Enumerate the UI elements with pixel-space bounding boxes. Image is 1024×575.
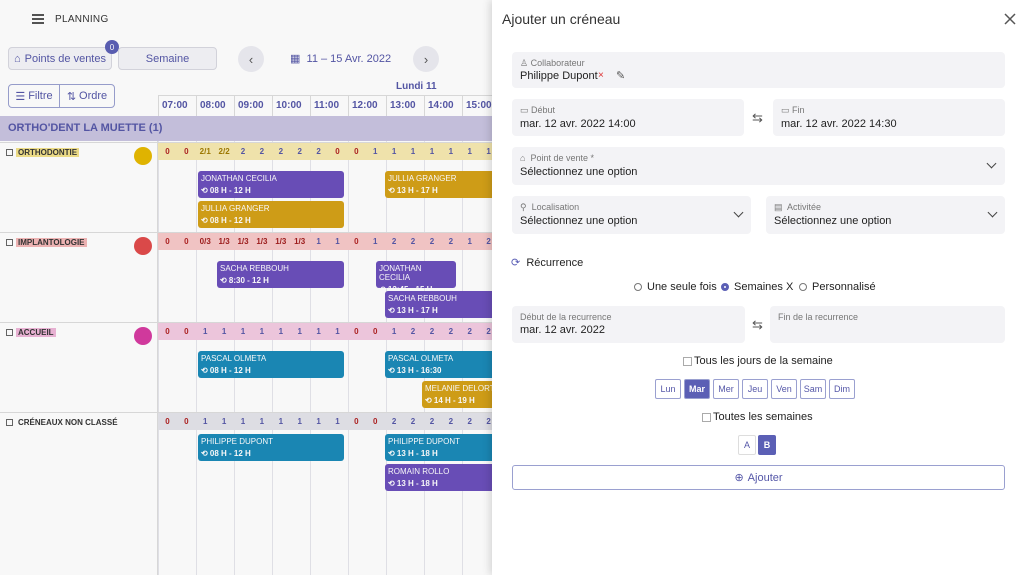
radio-circle <box>799 283 807 291</box>
store-icon: ⌂ <box>520 153 526 163</box>
remove-icon[interactable]: × <box>598 70 604 81</box>
clipboard-icon: ▤ <box>774 202 783 212</box>
location-pin-icon: ⚲ <box>520 202 527 212</box>
day-toggle-ven[interactable]: Ven <box>771 379 797 399</box>
week-b-toggle[interactable]: B <box>758 435 776 455</box>
collaborateur-label: ♙ Collaborateur <box>520 58 585 68</box>
fin-value: mar. 12 avr. 2022 14:30 <box>781 118 897 130</box>
close-icon[interactable] <box>1003 12 1017 26</box>
calendar-icon: ▭ <box>781 105 790 115</box>
rec-start-label: Début de la recurrence <box>520 312 612 322</box>
loc-value: Sélectionnez une option <box>520 215 638 227</box>
swap-icon[interactable]: ⇆ <box>752 317 763 333</box>
radio-weeks[interactable]: Semaines X <box>721 281 793 293</box>
week-a-toggle[interactable]: A <box>738 435 756 455</box>
chevron-down-icon <box>986 158 997 169</box>
point-de-vente-select[interactable]: ⌂ Point de vente * Sélectionnez une opti… <box>512 147 1005 185</box>
rec-end-label: Fin de la recurrence <box>778 312 859 322</box>
all-weeks-checkbox[interactable]: Toutes les semaines <box>702 411 813 423</box>
chevron-down-icon <box>733 207 744 218</box>
act-value: Sélectionnez une option <box>774 215 892 227</box>
day-toggle-jeu[interactable]: Jeu <box>742 379 768 399</box>
edit-icon[interactable]: ✎ <box>616 69 625 82</box>
recurrence-heading: ⟳ Récurrence <box>511 257 584 269</box>
day-toggle-mar[interactable]: Mar <box>684 379 710 399</box>
swap-icon[interactable]: ⇆ <box>752 110 763 126</box>
radio-circle <box>634 283 642 291</box>
fin-label: ▭ Fin <box>781 105 805 115</box>
act-label: ▤ Activitée <box>774 202 822 212</box>
plus-circle-icon: ⊕ <box>734 472 744 484</box>
localisation-select[interactable]: ⚲ Localisation Sélectionnez une option <box>512 196 751 234</box>
pv-value: Sélectionnez une option <box>520 166 638 178</box>
debut-label: ▭ Début <box>520 105 556 115</box>
chevron-down-icon <box>987 207 998 218</box>
pv-label: ⌂ Point de vente * <box>520 153 594 163</box>
radio-once[interactable]: Une seule fois <box>634 281 717 293</box>
add-button[interactable]: ⊕ Ajouter <box>512 465 1005 490</box>
day-toggle-lun[interactable]: Lun <box>655 379 681 399</box>
day-toggle-sam[interactable]: Sam <box>800 379 826 399</box>
day-toggle-dim[interactable]: Dim <box>829 379 855 399</box>
checkbox-box <box>683 356 692 366</box>
add-slot-panel: Ajouter un créneau ♙ Collaborateur Phili… <box>492 0 1024 575</box>
collaborateur-field[interactable]: ♙ Collaborateur Philippe Dupont × ✎ <box>512 52 1005 88</box>
loc-label: ⚲ Localisation <box>520 202 580 212</box>
user-icon: ♙ <box>520 58 529 68</box>
fin-field[interactable]: ▭ Fin mar. 12 avr. 2022 14:30 <box>773 99 1005 136</box>
debut-field[interactable]: ▭ Début mar. 12 avr. 2022 14:00 <box>512 99 744 136</box>
calendar-icon: ▭ <box>520 105 529 115</box>
backdrop[interactable] <box>0 0 492 575</box>
recurrence-start-field[interactable]: Début de la recurrence mar. 12 avr. 2022 <box>512 306 745 343</box>
recurrence-end-field[interactable]: Fin de la recurrence <box>770 306 1005 343</box>
activite-select[interactable]: ▤ Activitée Sélectionnez une option <box>766 196 1005 234</box>
rec-start-value: mar. 12 avr. 2022 <box>520 324 605 336</box>
radio-custom[interactable]: Personnalisé <box>799 281 876 293</box>
add-label: Ajouter <box>747 471 783 484</box>
weekday-toggles: Lun Mar Mer Jeu Ven Sam Dim <box>655 379 855 399</box>
debut-value: mar. 12 avr. 2022 14:00 <box>520 118 636 130</box>
all-days-checkbox[interactable]: Tous les jours de la semaine <box>683 355 833 367</box>
refresh-icon: ⟳ <box>511 257 521 269</box>
panel-title: Ajouter un créneau <box>502 11 621 27</box>
radio-circle <box>721 283 729 291</box>
collaborateur-value: Philippe Dupont <box>520 70 598 82</box>
checkbox-box <box>702 412 711 422</box>
day-toggle-mer[interactable]: Mer <box>713 379 739 399</box>
